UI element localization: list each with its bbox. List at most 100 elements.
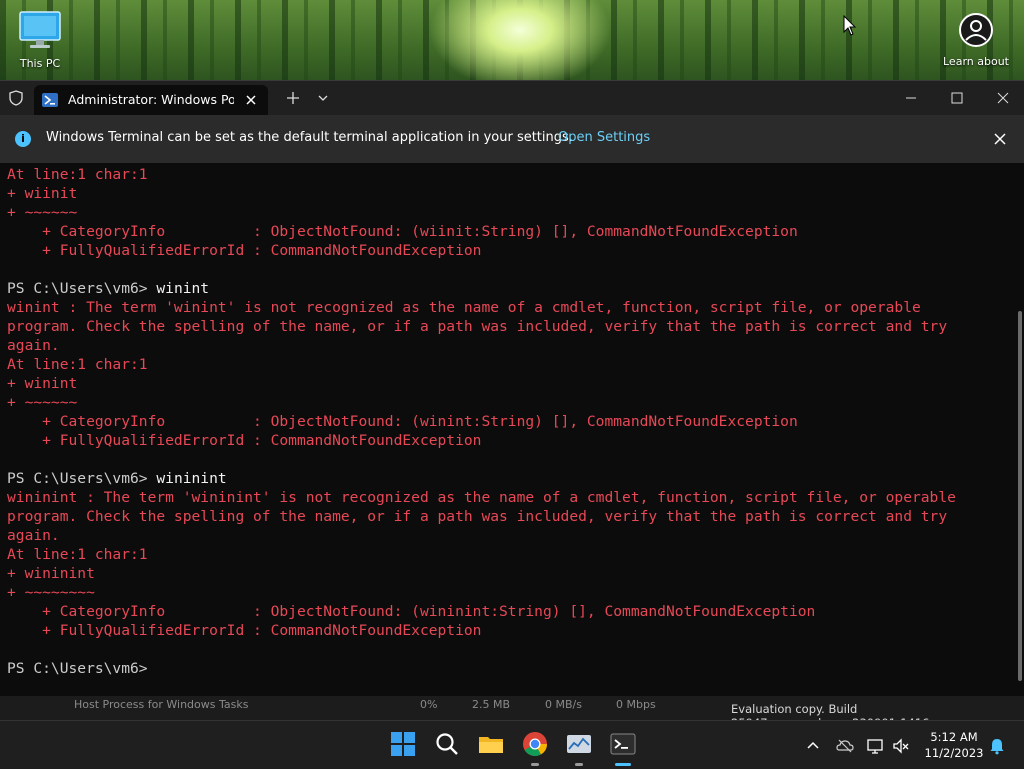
console-line: At line:1 char:1 <box>7 545 1010 564</box>
maximize-icon <box>951 92 963 104</box>
info-bar: i Windows Terminal can be set as the def… <box>0 115 1024 163</box>
console-line: + wininint <box>7 564 1010 583</box>
desktop-wallpaper: This PC Learn about <box>0 0 1024 80</box>
terminal-window: Administrator: Windows Powe i Windows Te… <box>0 80 1024 721</box>
task-manager-icon[interactable] <box>566 731 592 757</box>
this-pc-shortcut[interactable]: This PC <box>12 10 68 70</box>
new-tab-icon[interactable] <box>284 89 302 107</box>
windows-start-icon[interactable] <box>390 731 416 757</box>
process-cpu: 0% <box>420 698 438 711</box>
console-command: wininint <box>156 470 227 487</box>
console-line: wininint : The term 'wininint' is not re… <box>7 488 1010 507</box>
console-line: At line:1 char:1 <box>7 165 1010 184</box>
system-clock[interactable]: 5:12 AM 11/2/2023 <box>918 729 990 761</box>
console-prompt: PS C:\Users\vm6> <box>7 470 157 487</box>
dismiss-info-icon[interactable] <box>992 131 1008 147</box>
console-text: program. Check the spelling of the name,… <box>7 508 948 525</box>
console-line: program. Check the spelling of the name,… <box>7 317 1010 336</box>
close-icon <box>997 92 1009 104</box>
console-line: again. <box>7 336 1010 355</box>
process-memory: 2.5 MB <box>472 698 511 711</box>
console-text: At line:1 char:1 <box>7 546 148 563</box>
console-line: winint : The term 'winint' is not recogn… <box>7 298 1010 317</box>
scrollbar-thumb[interactable] <box>1018 311 1022 681</box>
console-text: program. Check the spelling of the name,… <box>7 318 948 335</box>
console-line: again. <box>7 526 1010 545</box>
console-text: winint : The term 'winint' is not recogn… <box>7 299 921 316</box>
console-line: + CategoryInfo : ObjectNotFound: (wiinit… <box>7 222 1010 241</box>
learn-about-label: Learn about <box>943 55 1009 68</box>
console-line: + FullyQualifiedErrorId : CommandNotFoun… <box>7 621 1010 640</box>
console-text: + ~~~~~~~~ <box>7 584 95 601</box>
chevron-up-icon[interactable] <box>804 737 822 755</box>
process-network: 0 Mbps <box>616 698 656 711</box>
volume-muted-icon[interactable] <box>892 737 910 755</box>
console-line: At line:1 char:1 <box>7 355 1010 374</box>
console-prompt: PS C:\Users\vm6> <box>7 280 157 297</box>
taskbar: 5:12 AM 11/2/2023 <box>0 720 1024 769</box>
open-settings-link[interactable]: Open Settings <box>558 130 650 145</box>
console-text: + wininint <box>7 565 95 582</box>
console-text: + FullyQualifiedErrorId : CommandNotFoun… <box>7 432 482 449</box>
network-icon[interactable] <box>866 737 884 755</box>
tab-close-icon[interactable] <box>242 91 260 109</box>
learn-about-icon <box>959 13 993 47</box>
console-line: + CategoryInfo : ObjectNotFound: (winini… <box>7 602 1010 621</box>
console-text: + ~~~~~~ <box>7 394 78 411</box>
console-line: PS C:\Users\vm6> <box>7 659 1010 678</box>
console-line: + FullyQualifiedErrorId : CommandNotFoun… <box>7 431 1010 450</box>
clock-date: 11/2/2023 <box>924 746 984 760</box>
console-line: + ~~~~~~ <box>7 393 1010 412</box>
info-icon: i <box>15 131 31 147</box>
chrome-running-indicator <box>531 763 539 766</box>
info-message: Windows Terminal can be set as the defau… <box>46 130 573 145</box>
chrome-icon[interactable] <box>522 731 548 757</box>
console-line: + winint <box>7 374 1010 393</box>
console-line: + wiinit <box>7 184 1010 203</box>
console-text: + CategoryInfo : ObjectNotFound: (wiinit… <box>7 223 798 240</box>
console-text: again. <box>7 527 60 544</box>
process-name: Host Process for Windows Tasks <box>74 698 249 711</box>
clock-time: 5:12 AM <box>930 730 978 744</box>
console-line: + ~~~~~~~~ <box>7 583 1010 602</box>
console-text: + winint <box>7 375 78 392</box>
process-disk: 0 MB/s <box>545 698 582 711</box>
file-explorer-icon[interactable] <box>478 731 504 757</box>
tab-administrator-powershell[interactable]: Administrator: Windows Powe <box>34 85 268 115</box>
this-pc-label: This PC <box>19 57 61 70</box>
close-window-button[interactable] <box>980 81 1024 115</box>
chevron-down-icon[interactable] <box>314 89 332 107</box>
monitor-icon <box>19 11 61 48</box>
notification-bell-icon[interactable] <box>988 737 1006 755</box>
terminal-active-indicator <box>615 763 631 766</box>
learn-about-shortcut[interactable]: Learn about <box>938 12 1014 68</box>
console-prompt: PS C:\Users\vm6> <box>7 660 157 677</box>
console-text: wininint : The term 'wininint' is not re… <box>7 489 956 506</box>
maximize-button[interactable] <box>934 81 980 115</box>
minimize-button[interactable] <box>888 81 934 115</box>
console-text: + CategoryInfo : ObjectNotFound: (winini… <box>7 603 816 620</box>
console-text: + FullyQualifiedErrorId : CommandNotFoun… <box>7 242 482 259</box>
search-icon[interactable] <box>434 731 460 757</box>
title-bar[interactable]: Administrator: Windows Powe <box>0 81 1024 115</box>
console-line: PS C:\Users\vm6> wininint <box>7 469 1010 488</box>
console-line: + FullyQualifiedErrorId : CommandNotFoun… <box>7 241 1010 260</box>
console-text: + CategoryInfo : ObjectNotFound: (winint… <box>7 413 798 430</box>
onedrive-offline-icon[interactable] <box>836 737 854 755</box>
console-text: + FullyQualifiedErrorId : CommandNotFoun… <box>7 622 482 639</box>
console-line: PS C:\Users\vm6> winint <box>7 279 1010 298</box>
terminal-icon[interactable] <box>610 731 636 757</box>
console-output[interactable]: At line:1 char:1 + wiinit + ~~~~~~ + Categ… <box>0 165 1010 705</box>
console-text: At line:1 char:1 <box>7 166 148 183</box>
console-command: winint <box>156 280 210 297</box>
mouse-cursor-icon <box>843 15 857 36</box>
console-text: again. <box>7 337 60 354</box>
console-line: + CategoryInfo : ObjectNotFound: (winint… <box>7 412 1010 431</box>
console-text: At line:1 char:1 <box>7 356 148 373</box>
console-text: + ~~~~~~ <box>7 204 78 221</box>
console-line: program. Check the spelling of the name,… <box>7 507 1010 526</box>
minimize-icon <box>906 97 916 99</box>
